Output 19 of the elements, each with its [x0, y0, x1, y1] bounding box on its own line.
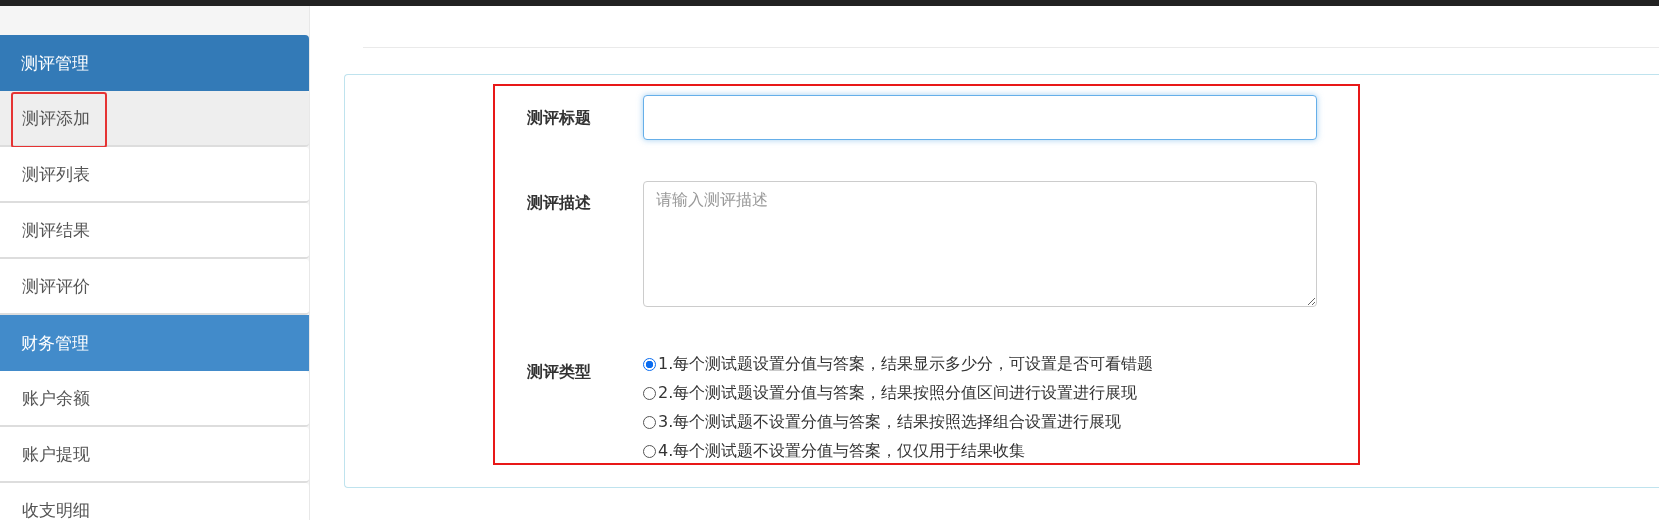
sidebar-group-header[interactable]: 财务管理: [0, 315, 309, 371]
radio-label[interactable]: 1.每个测试题设置分值与答案，结果显示多少分，可设置是否可看错题: [658, 354, 1154, 375]
radio-button[interactable]: [643, 358, 656, 371]
sidebar-item[interactable]: 账户提现: [0, 427, 309, 483]
sidebar-item[interactable]: 测评结果: [0, 203, 309, 259]
field-label: 测评类型: [527, 362, 592, 383]
radio-label[interactable]: 4.每个测试题不设置分值与答案，仅仅用于结果收集: [658, 441, 1026, 462]
radio-label[interactable]: 2.每个测试题设置分值与答案，结果按照分值区间进行设置进行展现: [658, 383, 1138, 404]
sidebar-item[interactable]: 测评列表: [0, 147, 309, 203]
field-label: 测评标题: [527, 108, 592, 129]
sidebar-item[interactable]: 收支明细: [0, 483, 309, 520]
sidebar-item[interactable]: 测评添加: [0, 91, 309, 147]
sidebar-item[interactable]: 测评评价: [0, 259, 309, 315]
description-input-field[interactable]: 请输入测评描述: [643, 181, 1317, 307]
field-label: 测评描述: [527, 193, 592, 214]
radio-label[interactable]: 3.每个测试题不设置分值与答案，结果按照选择组合设置进行展现: [658, 412, 1122, 433]
sidebar-item[interactable]: 账户余额: [0, 371, 309, 427]
title-input-field[interactable]: [643, 95, 1317, 140]
sidebar-group-header[interactable]: 测评管理: [0, 35, 309, 91]
